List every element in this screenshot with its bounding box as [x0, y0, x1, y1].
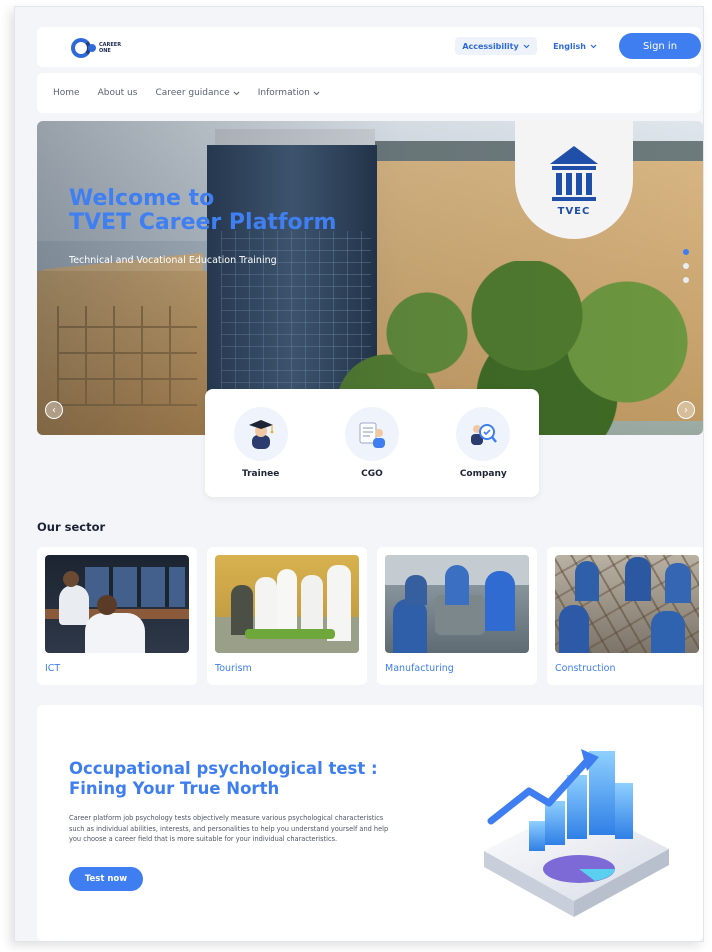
carousel-dot[interactable] — [683, 249, 689, 255]
main-nav: Home About us Career guidance Informatio… — [37, 73, 701, 113]
hero-subtitle: Technical and Vocational Education Train… — [69, 255, 277, 266]
test-now-button[interactable]: Test now — [69, 867, 143, 891]
chevron-right-icon: › — [684, 404, 688, 416]
page-frame: CAREER ONE Accessibility English Sign in… — [14, 6, 704, 942]
nav-item-home[interactable]: Home — [53, 88, 80, 98]
tvec-logo-icon — [550, 145, 598, 201]
role-label: CGO — [361, 469, 383, 479]
sector-image-tourism — [215, 555, 359, 653]
nav-item-career-guidance[interactable]: Career guidance — [155, 88, 240, 98]
nav-item-label: Information — [257, 88, 310, 98]
role-label: Trainee — [241, 469, 280, 479]
tvec-badge-text: TVEC — [557, 205, 591, 217]
language-label: English — [553, 41, 586, 51]
role-label: Company — [459, 469, 507, 479]
chevron-down-icon — [313, 91, 320, 95]
sector-image-manufacturing — [385, 555, 529, 653]
hero-carousel: Welcome to TVET Career Platform Technica… — [37, 121, 703, 435]
nav-item-about-us[interactable]: About us — [98, 88, 138, 98]
logo-text: CAREER ONE — [99, 42, 122, 54]
site-logo[interactable]: CAREER ONE — [71, 37, 121, 59]
nav-item-label: Home — [53, 88, 80, 98]
hero-title: Welcome to TVET Career Platform — [69, 186, 337, 235]
sector-label: Construction — [555, 663, 616, 674]
chevron-down-icon — [523, 44, 530, 48]
carousel-prev-button[interactable]: ‹ — [45, 401, 63, 419]
role-company[interactable]: Company — [438, 407, 528, 479]
chevron-down-icon — [590, 44, 597, 48]
role-selector: Trainee CGO Company — [205, 389, 539, 497]
accessibility-label: Accessibility — [462, 41, 519, 51]
carousel-dot[interactable] — [683, 263, 689, 269]
sector-label: Tourism — [215, 663, 252, 674]
carousel-indicators — [683, 249, 689, 283]
nav-item-label: About us — [97, 88, 138, 98]
sector-label: ICT — [45, 663, 61, 674]
sector-label: Manufacturing — [385, 663, 454, 674]
sector-cards: ICT Tourism Manufacturing Construction — [37, 547, 703, 685]
psych-body: Career platform job psychology tests obj… — [69, 814, 389, 843]
sector-image-construction — [555, 555, 699, 653]
tvec-badge: TVEC — [515, 121, 633, 239]
role-cgo[interactable]: CGO — [327, 407, 417, 479]
carousel-next-button[interactable]: › — [677, 401, 695, 419]
sign-in-button[interactable]: Sign in — [619, 33, 701, 59]
logo-dot-icon — [88, 44, 96, 52]
top-header: CAREER ONE Accessibility English Sign in — [37, 27, 701, 67]
psych-test-section: Occupational psychological test : Fining… — [37, 705, 703, 941]
role-trainee[interactable]: Trainee — [216, 407, 306, 479]
nav-item-information[interactable]: Information — [258, 88, 320, 98]
accessibility-dropdown[interactable]: Accessibility — [455, 37, 537, 55]
sector-image-ict — [45, 555, 189, 653]
carousel-dot[interactable] — [683, 277, 689, 283]
sector-title: Our sector — [37, 520, 106, 534]
psych-title: Occupational psychological test : Fining… — [69, 759, 378, 798]
chevron-down-icon — [233, 91, 240, 95]
nav-item-label: Career guidance — [155, 88, 230, 98]
sector-card-tourism[interactable]: Tourism — [207, 547, 367, 685]
chart-illustration-icon — [484, 749, 669, 917]
graduate-icon — [233, 407, 288, 461]
sector-card-ict[interactable]: ICT — [37, 547, 197, 685]
chevron-left-icon: ‹ — [52, 404, 56, 416]
sector-card-manufacturing[interactable]: Manufacturing — [377, 547, 537, 685]
document-person-icon — [344, 407, 399, 461]
language-dropdown[interactable]: English — [547, 37, 603, 55]
search-person-icon — [456, 407, 511, 461]
sector-card-construction[interactable]: Construction — [547, 547, 703, 685]
